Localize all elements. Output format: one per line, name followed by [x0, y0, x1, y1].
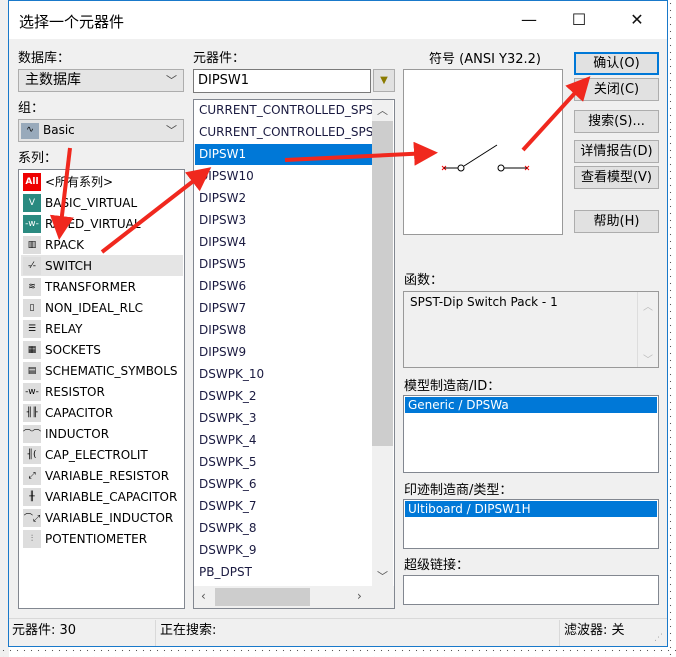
arrow-to-dipsw1: [100, 167, 212, 254]
arrow-to-switch: [49, 147, 74, 240]
arrow-to-ok: [521, 76, 591, 152]
arrow-to-symbol: [284, 141, 438, 166]
annotation-arrows: [49, 76, 591, 254]
